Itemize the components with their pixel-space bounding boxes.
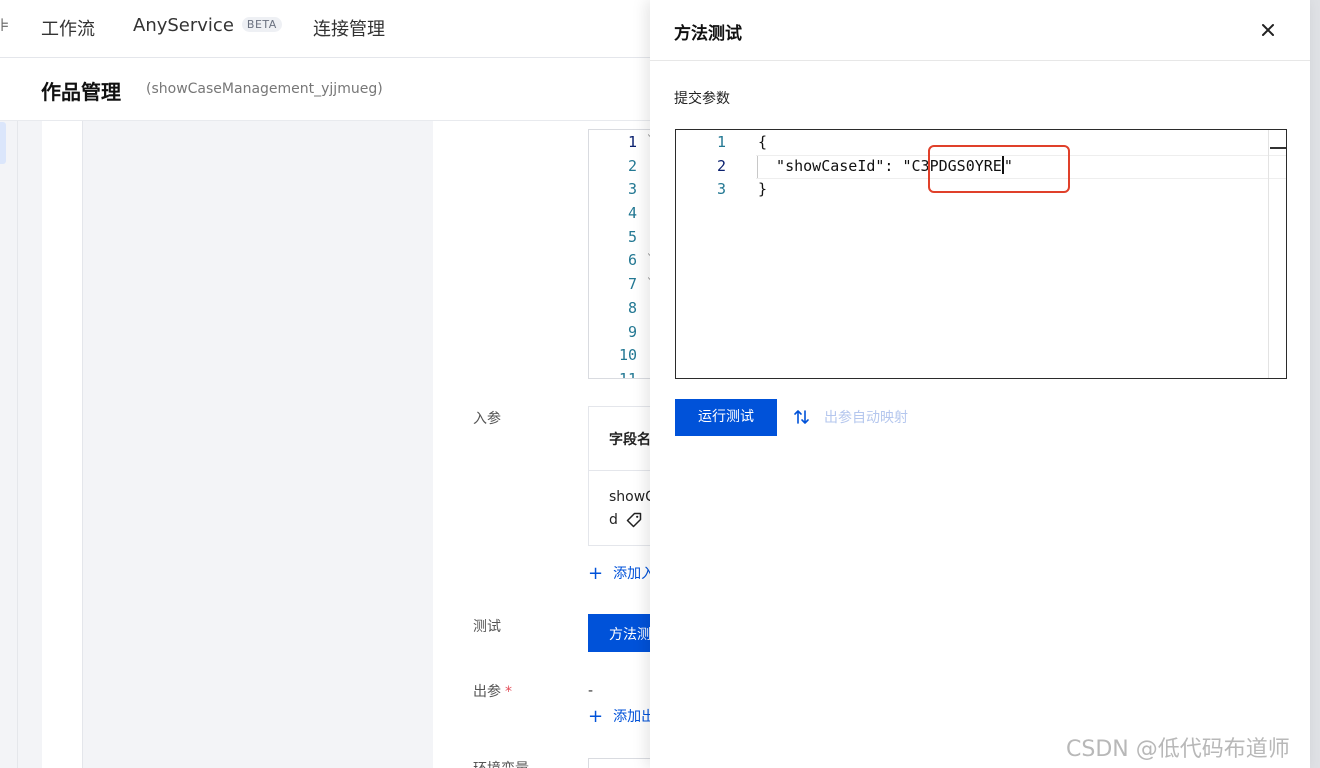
auto-map-output-button[interactable]: 出参自动映射 bbox=[792, 407, 908, 427]
line-number: 2 bbox=[627, 156, 637, 175]
required-marker: * bbox=[505, 684, 512, 700]
line-number: 3 bbox=[627, 180, 637, 199]
method-test-drawer: 方法测试 提交参数 1 2 3 { "showCaseId": "C3PDGS0… bbox=[650, 0, 1310, 768]
editor-scrollbar[interactable] bbox=[1268, 130, 1269, 378]
drawer-header: 方法测试 bbox=[650, 0, 1310, 61]
rail-tab[interactable] bbox=[0, 122, 6, 164]
line-number: 11 bbox=[618, 369, 637, 379]
close-icon[interactable] bbox=[1256, 18, 1280, 42]
beta-badge: BETA bbox=[241, 17, 282, 32]
table-cell: d bbox=[609, 512, 618, 528]
line-number: 1 bbox=[627, 133, 637, 151]
submit-params-label: 提交参数 bbox=[674, 91, 730, 107]
nav-item-connections[interactable]: 连接管理 bbox=[313, 15, 385, 41]
drawer-title: 方法测试 bbox=[674, 24, 742, 44]
output-params-label-text: 出参 bbox=[473, 684, 501, 700]
table-cell: showC bbox=[609, 489, 650, 505]
line-number: 6 bbox=[627, 251, 637, 270]
add-output-label: 添加出 bbox=[613, 709, 656, 725]
column-header-field-name: 字段名 bbox=[609, 432, 650, 448]
editor-overview-ruler bbox=[1270, 147, 1286, 149]
line-number: 1 bbox=[716, 133, 726, 151]
run-test-button[interactable]: 运行测试 bbox=[675, 399, 777, 436]
background-code-editor[interactable]: 1 2 3 4 5 6 7 8 9 10 11 ˅ ˅ ˅ bbox=[588, 129, 650, 379]
plus-icon: + bbox=[588, 563, 604, 584]
drawer-backdrop-edge bbox=[1310, 0, 1320, 768]
nav-item-workflow[interactable]: 工作流 bbox=[41, 15, 95, 41]
add-output-link[interactable]: + 添加出 bbox=[588, 706, 655, 727]
line-number: 4 bbox=[627, 204, 637, 223]
line-number: 10 bbox=[618, 346, 637, 365]
method-test-button[interactable]: 方法测 bbox=[588, 614, 650, 652]
line-number: 9 bbox=[627, 322, 637, 341]
line-number: 7 bbox=[627, 275, 637, 294]
params-json-editor[interactable]: 1 2 3 { "showCaseId": "C3PDGS0YRE " } bbox=[675, 129, 1287, 379]
plus-icon: + bbox=[588, 706, 604, 727]
page-title: 作品管理 bbox=[41, 80, 121, 104]
editor-gutter: 1 2 3 bbox=[676, 131, 726, 202]
output-params-label: 出参 * bbox=[473, 681, 512, 701]
add-input-label: 添加入 bbox=[613, 566, 656, 582]
input-params-label: 入参 bbox=[473, 411, 501, 427]
annotation-highlight-box bbox=[928, 145, 1070, 193]
nav-item-anyservice[interactable]: AnyService BETA bbox=[133, 15, 282, 36]
line-number: 2 bbox=[716, 156, 726, 175]
line-number: 3 bbox=[716, 180, 726, 199]
table-header: 字段名 bbox=[589, 407, 650, 471]
line-number: 5 bbox=[627, 227, 637, 246]
input-params-table: 字段名 showC d bbox=[588, 406, 650, 546]
nav-item-anyservice-label: AnyService bbox=[133, 15, 234, 36]
tag-icon[interactable] bbox=[625, 511, 643, 529]
env-variables-label: 环境变量 bbox=[473, 758, 529, 768]
method-list-card bbox=[42, 121, 83, 768]
env-variables-field[interactable] bbox=[588, 758, 650, 768]
background-editor-gutter: 1 2 3 4 5 6 7 8 9 10 11 bbox=[589, 131, 637, 379]
swap-arrows-icon bbox=[794, 410, 809, 424]
auto-map-output-label: 出参自动映射 bbox=[824, 410, 908, 426]
watermark: CSDN @低代码布道师 bbox=[1066, 737, 1290, 762]
line-number: 8 bbox=[627, 298, 637, 317]
page-subtitle: (showCaseManagement_yjjmueg) bbox=[146, 81, 383, 97]
left-rail bbox=[0, 121, 18, 768]
output-params-value: - bbox=[588, 683, 594, 699]
add-input-link[interactable]: + 添加入 bbox=[588, 563, 655, 584]
test-label: 测试 bbox=[473, 619, 501, 635]
menu-edge-icon[interactable]: ⊧ bbox=[0, 15, 9, 36]
